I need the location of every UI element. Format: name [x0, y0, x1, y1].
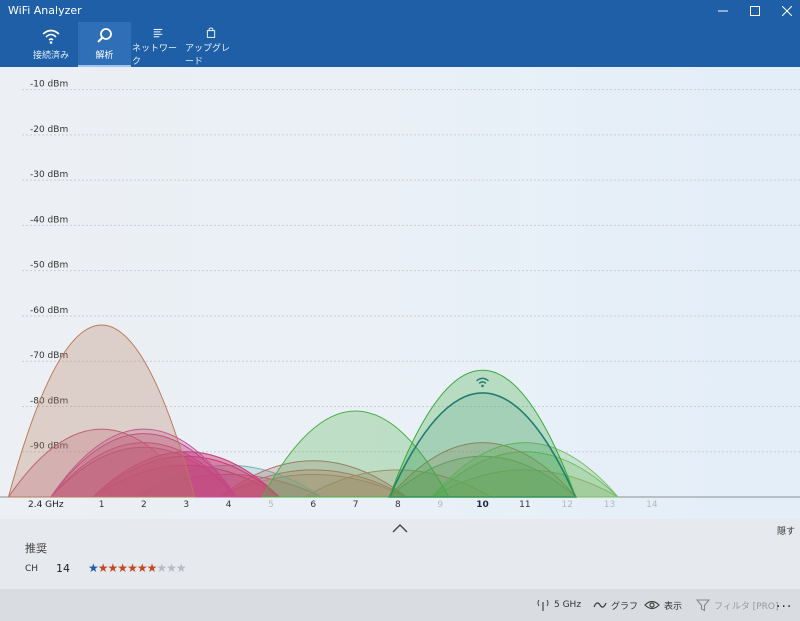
x-tick-label: 6 [310, 500, 316, 510]
recommendation-panel: 隠す 推奨 CH 14 ★★★★★★★★★★ [0, 519, 800, 589]
wifi-icon [42, 29, 60, 44]
minimize-button[interactable] [706, 0, 740, 22]
filter-label: フィルタ [PRO] [714, 601, 779, 612]
signal-chart-area: -10 dBm -20 dBm -30 dBm -40 dBm -50 dBm -60 d… [0, 67, 800, 519]
tab-upgrade-label: アップグレード [185, 44, 231, 67]
rating-star: ★ [156, 561, 167, 575]
maximize-icon [750, 6, 760, 16]
tab-networks[interactable]: ネットワーク [132, 22, 184, 67]
rating-star: ★ [127, 561, 138, 575]
rating-star: ★ [117, 561, 128, 575]
rating-star: ★ [88, 561, 99, 575]
tab-connected[interactable]: 接続済み [25, 22, 77, 67]
wifi-analyzer-window: WiFi Analyzer 接続済み 解析 ネットワーク アップグレード -10… [0, 0, 800, 621]
x-tick-label: 14 [646, 500, 658, 510]
tab-analyze[interactable]: 解析 [78, 22, 131, 67]
rating-star: ★ [146, 561, 158, 575]
rating-star: ★ [97, 561, 109, 575]
hide-panel-button[interactable]: 隠す [777, 524, 795, 537]
wave-icon [593, 602, 607, 608]
tab-connected-label: 接続済み [32, 51, 69, 61]
signal-chart: -10 dBm -20 dBm -30 dBm -40 dBm -50 dBm -60 d… [0, 80, 800, 510]
view-label: 表示 [664, 601, 683, 612]
shopping-bag-icon [206, 27, 216, 38]
x-tick-label: 4 [226, 500, 232, 510]
chevron-up-icon[interactable] [390, 521, 410, 535]
eye-icon [644, 600, 660, 610]
window-title: WiFi Analyzer [8, 4, 82, 17]
rating-star: ★ [107, 561, 119, 575]
y-tick-label: -20 dBm [30, 125, 68, 135]
header: WiFi Analyzer 接続済み 解析 ネットワーク アップグレード [0, 0, 800, 67]
y-tick-label: -30 dBm [30, 170, 68, 180]
magnifier-icon [96, 28, 112, 43]
x-tick-label: 9 [437, 500, 443, 510]
rating-star: ★ [136, 561, 148, 575]
recommended-channel-value: 14 [56, 562, 70, 575]
x-tick-label: 2 [141, 500, 147, 510]
rating-star: ★ [175, 561, 187, 575]
x-tick-label: 5 [268, 500, 274, 510]
maximize-button[interactable] [738, 0, 772, 22]
filter-icon [696, 599, 710, 612]
band-toggle-button[interactable]: 5 GHz [536, 589, 581, 621]
network-list-icon [153, 28, 163, 38]
tab-analyze-label: 解析 [95, 51, 114, 61]
x-tick-label: 8 [395, 500, 401, 510]
y-tick-label: -50 dBm [30, 261, 68, 271]
y-tick-label: -10 dBm [30, 80, 68, 90]
band-axis-label: 2.4 GHz [28, 500, 64, 510]
x-tick-label: 13 [604, 500, 615, 510]
band-label: 5 GHz [554, 600, 582, 610]
x-tick-label: 7 [353, 500, 359, 510]
filter-button[interactable]: フィルタ [PRO] [696, 589, 778, 621]
more-options-button[interactable]: ... [776, 595, 792, 611]
minimize-icon [718, 10, 728, 12]
antenna-icon [537, 599, 549, 611]
rating-star: ★ [166, 561, 177, 575]
x-tick-label: 12 [561, 500, 572, 510]
channel-rating: ★★★★★★★★★★ [88, 561, 187, 575]
close-icon [782, 6, 792, 16]
channel-label: CH [25, 564, 39, 574]
tab-networks-label: ネットワーク [132, 44, 178, 67]
view-button[interactable]: 表示 [644, 589, 682, 621]
y-tick-label: -60 dBm [30, 306, 68, 316]
graph-label: グラフ [611, 601, 639, 612]
bottom-toolbar: 5 GHz グラフ 表示 フィルタ [PRO] ... [0, 589, 800, 621]
y-tick-label: -40 dBm [30, 215, 68, 225]
tab-upgrade[interactable]: アップグレード [185, 22, 237, 67]
network-curve [388, 370, 577, 498]
close-button[interactable] [770, 0, 800, 22]
x-tick-label: 10 [476, 500, 489, 510]
x-tick-label: 3 [183, 500, 189, 510]
x-tick-label: 1 [99, 500, 105, 510]
recommendation-title: 推奨 [25, 542, 47, 555]
graph-button[interactable]: グラフ [593, 589, 638, 621]
x-tick-label: 11 [519, 500, 530, 510]
